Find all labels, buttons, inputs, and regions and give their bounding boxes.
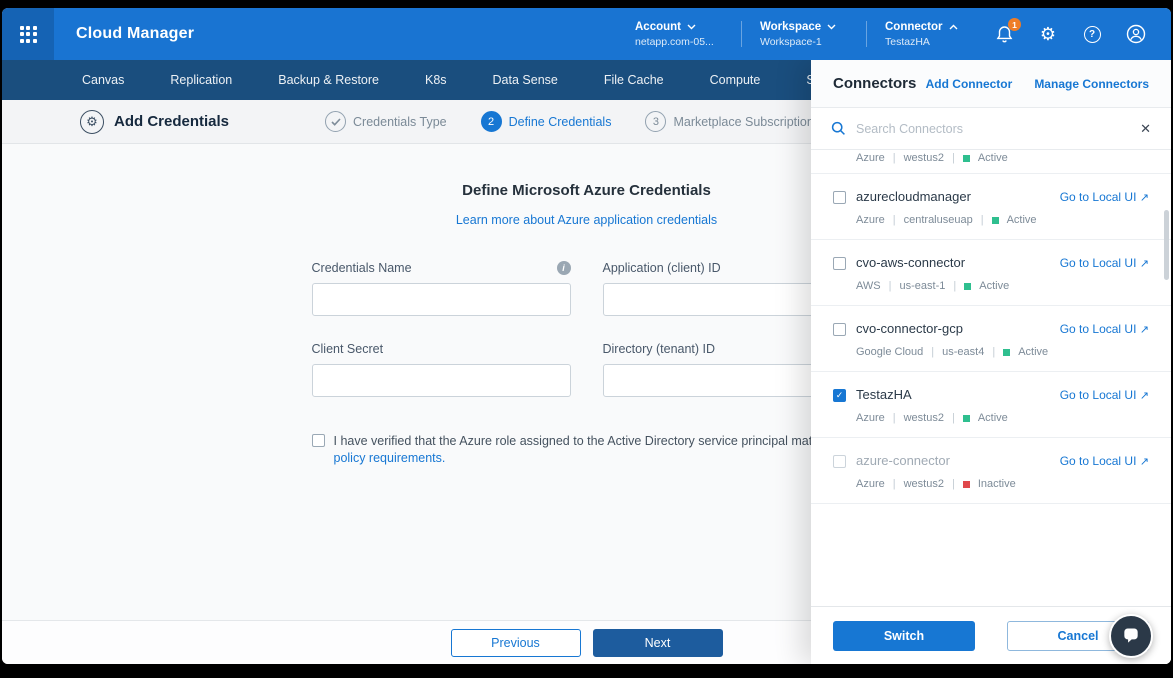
connector-checkbox[interactable] (833, 323, 846, 336)
clear-search-icon[interactable]: ✕ (1140, 121, 1151, 137)
status-inactive-dot (963, 481, 970, 488)
field-client-secret: Client Secret (312, 342, 571, 397)
connector-row-testazha[interactable]: TestazHA Go to Local UI ↗ Azure westus2 … (811, 372, 1171, 438)
field-credentials-name: Credentials Name i (312, 261, 571, 316)
learn-more-link[interactable]: Learn more about Azure application crede… (456, 213, 717, 227)
connector-row-cvo-connector-gcp[interactable]: cvo-connector-gcp Go to Local UI ↗ Googl… (811, 306, 1171, 372)
step-marketplace-subscription[interactable]: 3 Marketplace Subscription (645, 111, 813, 132)
connectors-panel: Connectors Add Connector Manage Connecto… (811, 60, 1171, 664)
external-link-icon: ↗ (1140, 456, 1149, 468)
nav-item-compute[interactable]: Compute (710, 73, 761, 87)
client-secret-input[interactable] (312, 364, 571, 397)
connector-row-partial[interactable]: Azure westus2 Active (811, 150, 1171, 174)
app-title: Cloud Manager (76, 25, 194, 43)
chat-icon (1121, 626, 1141, 646)
go-to-local-ui-link[interactable]: Go to Local UI ↗ (1060, 388, 1149, 402)
chevron-down-icon (827, 24, 836, 30)
go-to-local-ui-link[interactable]: Go to Local UI ↗ (1060, 454, 1149, 468)
user-button[interactable] (1123, 21, 1149, 47)
step-define-credentials[interactable]: 2 Define Credentials (481, 111, 612, 132)
app-window: Cloud Manager Account netapp.com-05... W… (2, 8, 1171, 664)
credentials-name-input[interactable] (312, 283, 571, 316)
chat-widget-button[interactable] (1109, 614, 1153, 658)
go-to-local-ui-link[interactable]: Go to Local UI ↗ (1060, 322, 1149, 336)
apps-grid-icon (20, 26, 37, 43)
workspace-value: Workspace-1 (760, 36, 822, 48)
connector-checkbox[interactable] (833, 191, 846, 204)
nav-item-data-sense[interactable]: Data Sense (493, 73, 558, 87)
connector-row-azure-connector[interactable]: azure-connector Go to Local UI ↗ Azure w… (811, 438, 1171, 504)
policy-requirements-link[interactable]: policy requirements. (334, 451, 446, 465)
manage-connectors-link[interactable]: Manage Connectors (1034, 77, 1149, 91)
workspace-label: Workspace (760, 21, 821, 33)
check-icon (331, 118, 341, 126)
step-done-circle (325, 111, 346, 132)
connector-checkbox-checked[interactable] (833, 389, 846, 402)
nav-item-canvas[interactable]: Canvas (82, 73, 124, 87)
credentials-gear-icon: ⚙ (80, 110, 104, 134)
connectors-list: Azure westus2 Active azurecloudmanager G… (811, 150, 1171, 606)
step-credentials-type[interactable]: Credentials Type (325, 111, 447, 132)
next-button[interactable]: Next (593, 629, 723, 657)
help-icon: ? (1084, 26, 1101, 43)
policy-checkbox[interactable] (312, 434, 325, 447)
nav-item-replication[interactable]: Replication (170, 73, 232, 87)
header-divider (866, 21, 867, 47)
status-active-dot (963, 155, 970, 162)
settings-button[interactable]: ⚙ (1035, 21, 1061, 47)
external-link-icon: ↗ (1140, 390, 1149, 402)
connector-search-row: ✕ (811, 108, 1171, 150)
nav-item-k8s[interactable]: K8s (425, 73, 447, 87)
credentials-form: Credentials Name i Application (client) … (312, 261, 862, 397)
connectors-panel-header: Connectors Add Connector Manage Connecto… (811, 60, 1171, 108)
user-icon (1126, 24, 1146, 44)
nav-item-file-cache[interactable]: File Cache (604, 73, 664, 87)
account-label: Account (635, 21, 681, 33)
panel-scrollbar[interactable] (1164, 210, 1169, 280)
gear-icon: ⚙ (1040, 25, 1056, 43)
connectors-title: Connectors (833, 75, 916, 92)
status-active-dot (963, 415, 970, 422)
info-icon[interactable]: i (557, 261, 571, 275)
status-active-dot (1003, 349, 1010, 356)
connector-value: TestazHA (885, 36, 930, 48)
connector-checkbox-disabled (833, 455, 846, 468)
help-button[interactable]: ? (1079, 21, 1105, 47)
connector-row-cvo-aws-connector[interactable]: cvo-aws-connector Go to Local UI ↗ AWS u… (811, 240, 1171, 306)
header-divider (741, 21, 742, 47)
chevron-down-icon (687, 24, 696, 30)
account-menu[interactable]: Account netapp.com-05... (635, 21, 723, 48)
search-icon (831, 121, 846, 136)
nav-item-backup-restore[interactable]: Backup & Restore (278, 73, 379, 87)
account-value: netapp.com-05... (635, 36, 714, 48)
chevron-up-icon (949, 24, 958, 30)
go-to-local-ui-link[interactable]: Go to Local UI ↗ (1060, 190, 1149, 204)
previous-button[interactable]: Previous (451, 629, 581, 657)
connector-menu[interactable]: Connector TestazHA (885, 21, 973, 48)
notification-badge: 1 (1008, 18, 1021, 31)
add-connector-link[interactable]: Add Connector (926, 77, 1013, 91)
search-connectors-input[interactable] (856, 122, 1130, 136)
app-header: Cloud Manager Account netapp.com-05... W… (2, 8, 1171, 60)
connector-label: Connector (885, 21, 943, 33)
stepper-title: Add Credentials (114, 113, 229, 130)
status-active-dot (964, 283, 971, 290)
switch-button[interactable]: Switch (833, 621, 975, 651)
connector-row-azurecloudmanager[interactable]: azurecloudmanager Go to Local UI ↗ Azure… (811, 174, 1171, 240)
go-to-local-ui-link[interactable]: Go to Local UI ↗ (1060, 256, 1149, 270)
status-active-dot (992, 217, 999, 224)
external-link-icon: ↗ (1140, 324, 1149, 336)
workspace-menu[interactable]: Workspace Workspace-1 (760, 21, 848, 48)
notifications-button[interactable]: 1 (991, 21, 1017, 47)
connector-checkbox[interactable] (833, 257, 846, 270)
external-link-icon: ↗ (1140, 258, 1149, 270)
external-link-icon: ↗ (1140, 192, 1149, 204)
app-grid-button[interactable] (2, 8, 54, 60)
